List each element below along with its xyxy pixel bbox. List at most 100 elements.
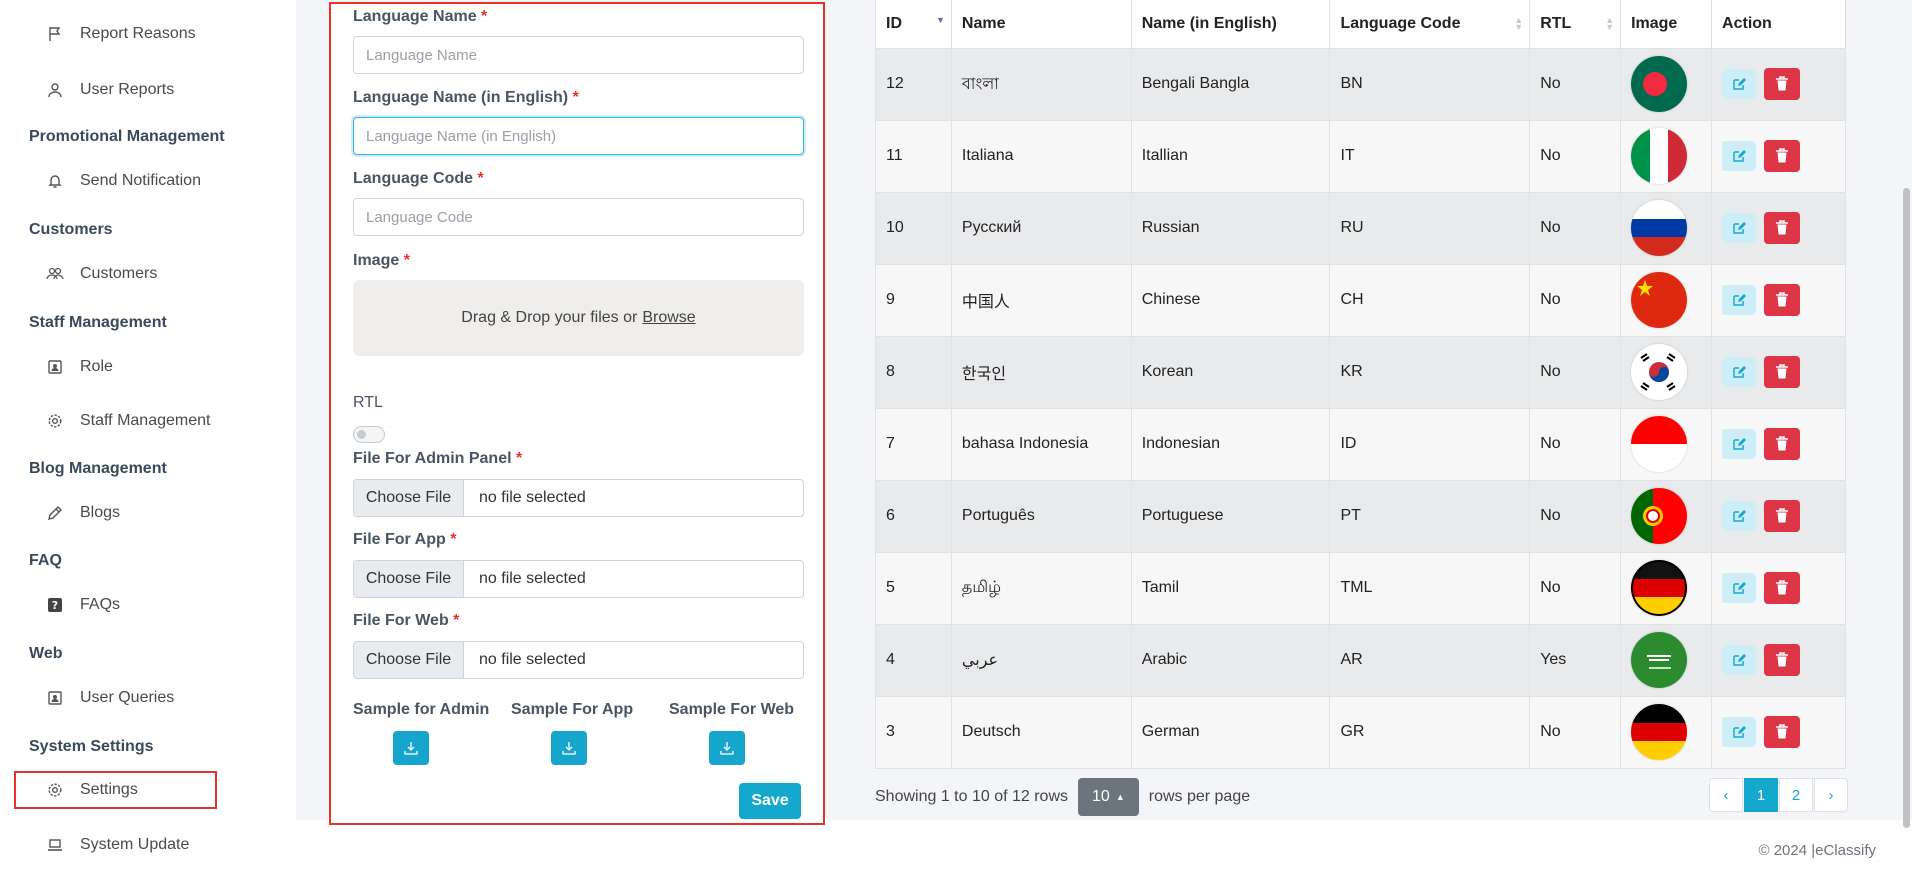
download-sample-app-button[interactable] — [551, 731, 587, 765]
cell-rtl: No — [1529, 407, 1622, 481]
file-web-input[interactable]: Choose File no file selected — [353, 641, 804, 679]
edit-button[interactable] — [1722, 645, 1757, 675]
page-2[interactable]: 2 — [1779, 778, 1813, 812]
sidebar-item-staff-management[interactable]: Staff Management — [46, 409, 210, 433]
column-header-id[interactable]: ID ▼ — [875, 0, 952, 49]
sidebar-item-blogs[interactable]: Blogs — [46, 501, 120, 525]
edit-button[interactable] — [1722, 357, 1757, 387]
cell-image — [1620, 119, 1713, 193]
edit-button[interactable] — [1722, 501, 1757, 531]
sort-icon: ▲ ▼ — [1514, 15, 1524, 32]
table-row: 11 Italiana Itallian IT No — [875, 119, 1846, 193]
cell-code: AR — [1329, 623, 1531, 697]
cell-rtl: No — [1529, 191, 1622, 265]
scrollbar[interactable] — [1903, 188, 1910, 828]
file-admin-input[interactable]: Choose File no file selected — [353, 479, 804, 517]
language-name-input[interactable] — [353, 36, 804, 74]
sidebar-item-label: System Update — [80, 836, 190, 853]
svg-text:?: ? — [52, 599, 58, 612]
edit-button[interactable] — [1722, 429, 1757, 459]
delete-button[interactable] — [1764, 68, 1801, 100]
column-header-rtl[interactable]: RTL ▲ ▼ — [1529, 0, 1622, 49]
download-sample-web-button[interactable] — [709, 731, 745, 765]
cell-image — [1620, 191, 1713, 265]
page-prev[interactable]: ‹ — [1709, 778, 1743, 812]
gear-icon — [46, 412, 64, 430]
column-header-code[interactable]: Language Code ▲ ▼ — [1329, 0, 1531, 49]
cell-action — [1711, 479, 1846, 553]
edit-button[interactable] — [1722, 141, 1757, 171]
sidebar-item-faqs[interactable]: ? FAQs — [46, 593, 120, 617]
choose-file-button[interactable]: Choose File — [354, 561, 464, 597]
edit-button[interactable] — [1722, 69, 1757, 99]
cell-id: 8 — [875, 335, 952, 409]
edit-icon — [1733, 294, 1747, 306]
flag-image — [1631, 344, 1688, 400]
browse-link[interactable]: Browse — [642, 309, 695, 327]
cell-action — [1711, 623, 1846, 697]
sidebar-item-system-update[interactable]: System Update — [46, 833, 189, 857]
file-app-input[interactable]: Choose File no file selected — [353, 560, 804, 598]
page-1[interactable]: 1 — [1744, 778, 1778, 812]
sidebar-item-role[interactable]: Role — [46, 355, 113, 379]
trash-icon — [1776, 148, 1789, 163]
sidebar-item-user-reports[interactable]: User Reports — [46, 78, 174, 102]
edit-button[interactable] — [1722, 717, 1757, 747]
sidebar-item-label: Role — [80, 358, 113, 375]
sidebar-item-settings[interactable]: Settings — [46, 778, 138, 802]
table-row: 8 한국인 Korean KR No — [875, 335, 1846, 409]
delete-button[interactable] — [1764, 284, 1801, 316]
cell-id: 11 — [875, 119, 952, 193]
edit-icon — [1733, 438, 1747, 450]
toggle-knob — [357, 430, 366, 439]
download-sample-admin-button[interactable] — [393, 731, 429, 765]
cell-code: GR — [1329, 695, 1531, 769]
table-row: 5 தமிழ் Tamil TML No — [875, 551, 1846, 625]
column-header-image: Image — [1620, 0, 1713, 49]
image-dropzone[interactable]: Drag & Drop your files or Browse — [353, 280, 804, 356]
pagination-info: Showing 1 to 10 of 12 rows 10 ▲ rows per … — [875, 778, 1250, 816]
choose-file-button[interactable]: Choose File — [354, 480, 464, 516]
delete-button[interactable] — [1764, 500, 1801, 532]
delete-button[interactable] — [1764, 428, 1801, 460]
cell-name: Русский — [950, 191, 1132, 265]
cell-name: Português — [950, 479, 1132, 553]
sidebar-item-customers[interactable]: Customers — [46, 262, 157, 286]
edit-icon — [1733, 726, 1747, 738]
rtl-toggle[interactable] — [353, 426, 385, 443]
flag-image — [1631, 416, 1688, 472]
download-icon — [720, 742, 734, 755]
delete-button[interactable] — [1764, 212, 1801, 244]
rows-per-page-select[interactable]: 10 ▲ — [1078, 778, 1139, 816]
delete-button[interactable] — [1764, 572, 1801, 604]
edit-button[interactable] — [1722, 573, 1757, 603]
gear-icon — [46, 781, 64, 799]
trash-icon — [1776, 508, 1789, 523]
delete-button[interactable] — [1764, 140, 1801, 172]
sidebar-item-user-queries[interactable]: User Queries — [46, 686, 174, 710]
add-language-form: Language Name * Language Name (in Englis… — [329, 2, 825, 825]
sidebar-item-send-notification[interactable]: Send Notification — [46, 169, 201, 193]
choose-file-button[interactable]: Choose File — [354, 642, 464, 678]
edit-icon — [1733, 582, 1747, 594]
sidebar-item-label: Blogs — [80, 504, 121, 521]
page-next[interactable]: › — [1814, 778, 1848, 812]
edit-button[interactable] — [1722, 213, 1757, 243]
sample-web-label: Sample For Web — [669, 701, 795, 718]
column-header-action: Action — [1711, 0, 1846, 49]
sidebar-item-report-reasons[interactable]: Report Reasons — [46, 22, 196, 46]
cell-name-en: Korean — [1130, 335, 1331, 409]
cell-rtl: Yes — [1529, 623, 1622, 697]
delete-button[interactable] — [1764, 716, 1801, 748]
cell-code: TML — [1329, 551, 1531, 625]
delete-button[interactable] — [1764, 644, 1801, 676]
delete-button[interactable] — [1764, 356, 1801, 388]
sidebar-item-label: FAQs — [80, 596, 121, 613]
cell-id: 10 — [875, 191, 952, 265]
save-button[interactable]: Save — [739, 783, 801, 819]
language-code-input[interactable] — [353, 198, 804, 236]
edit-button[interactable] — [1722, 285, 1757, 315]
language-name-en-input[interactable] — [353, 117, 804, 155]
cell-image — [1620, 407, 1713, 481]
sidebar-item-label: Customers — [80, 265, 158, 282]
